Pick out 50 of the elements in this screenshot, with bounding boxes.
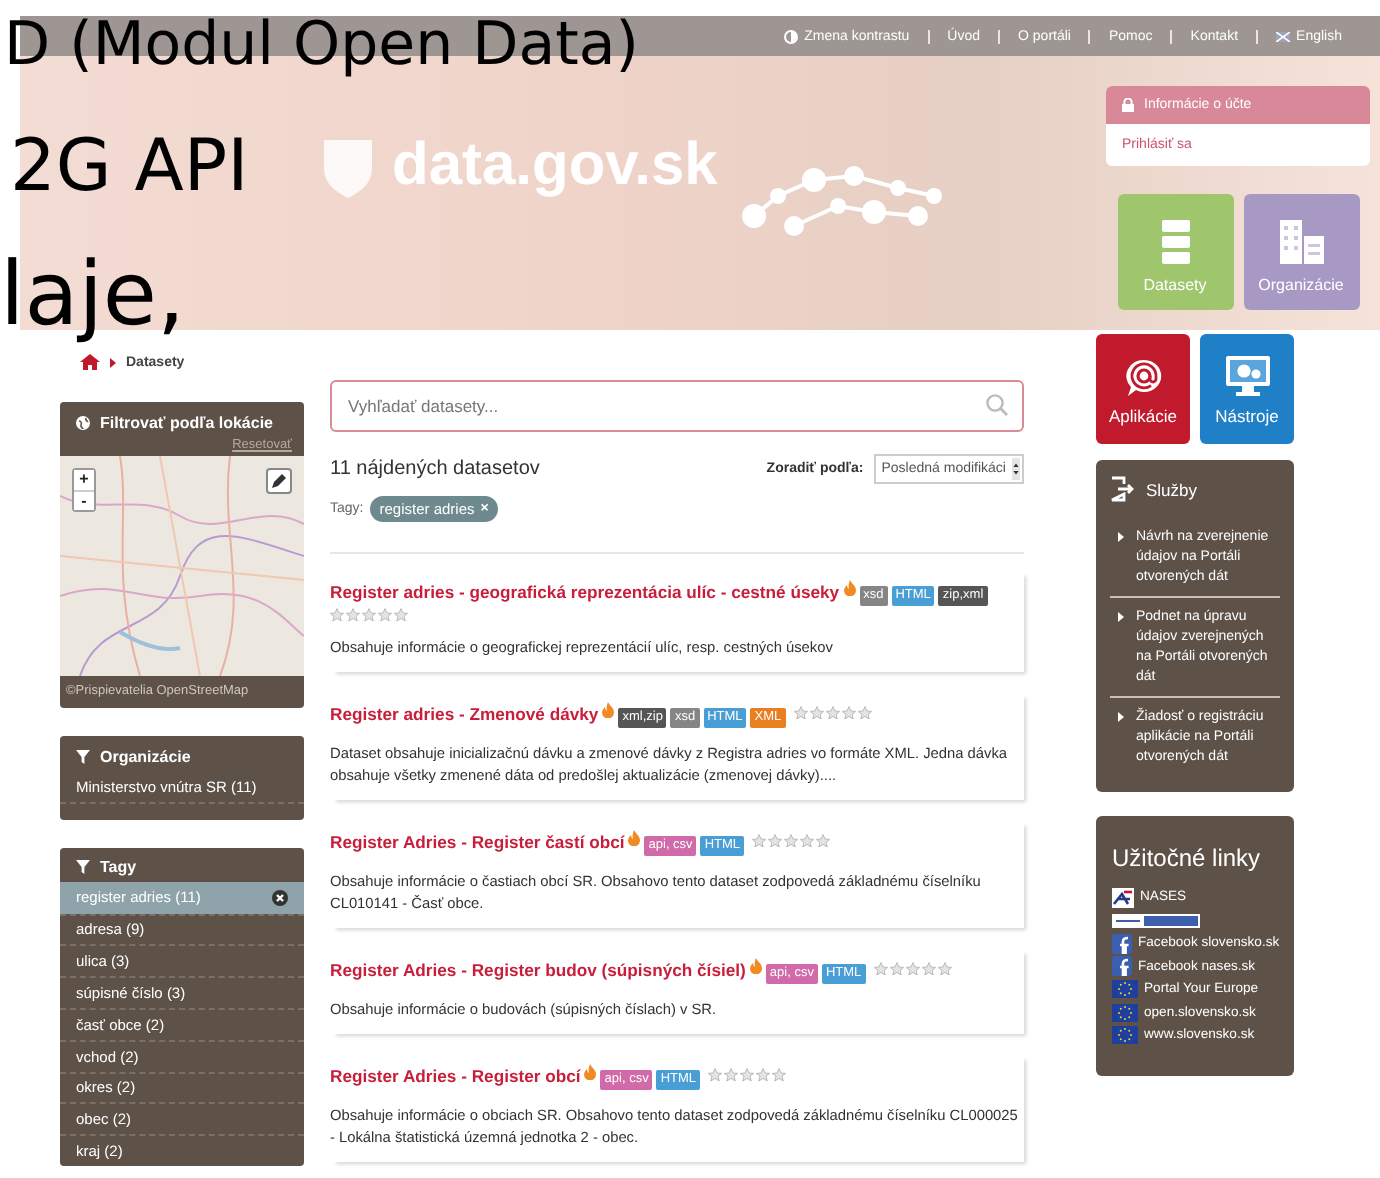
dataset-title-link[interactable]: Register Adries - Register budov (súpisných čísiel) — [330, 960, 746, 980]
panel-title: Užitočné linky — [1112, 844, 1263, 872]
at-speech-bubble-icon — [1123, 358, 1163, 398]
globe-icon — [76, 416, 90, 430]
result-count: 11 nájdených datasetov — [330, 458, 540, 480]
pencil-icon — [272, 474, 286, 488]
eu-flag-icon — [1112, 1026, 1138, 1045]
chevron-right-icon — [110, 357, 116, 367]
facebook-icon — [1112, 956, 1132, 977]
flame-icon — [843, 580, 856, 596]
flame-icon — [749, 958, 762, 974]
triangle-bullet-icon — [1118, 712, 1124, 722]
overlay-text: 2G API — [10, 132, 249, 204]
lock-icon — [1122, 98, 1134, 112]
flame-icon — [602, 702, 615, 718]
monitor-gears-icon — [1223, 354, 1271, 398]
search-field[interactable]: Vyhľadať datasety... — [330, 380, 1024, 432]
contrast-icon — [784, 29, 799, 43]
nav-tile[interactable]: Nástroje — [1200, 334, 1294, 444]
flame-icon — [628, 830, 641, 846]
dataset-title-link[interactable]: Register Adries - Register častí obcí — [330, 832, 625, 852]
flame-icon — [584, 1064, 597, 1080]
remove-icon — [272, 889, 288, 906]
open-data-logo — [1112, 913, 1200, 928]
overlay-text: laje, — [0, 252, 185, 340]
eu-flag-icon — [1112, 1003, 1138, 1022]
panel-title: Organizácie — [100, 748, 191, 766]
filter-icon — [76, 750, 90, 764]
panel-title: Služby — [1146, 479, 1198, 499]
zoom-out-button[interactable]: - — [74, 490, 94, 510]
facebook-icon — [1112, 933, 1132, 954]
buildings-icon — [1279, 220, 1323, 264]
dataset-title-link[interactable]: Register adries - Zmenové dávky — [330, 704, 599, 724]
draw-button[interactable] — [266, 468, 292, 494]
nases-logo-icon — [1112, 887, 1134, 908]
shield-icon — [320, 136, 376, 200]
database-icon — [1161, 220, 1189, 264]
nav-tile[interactable]: Aplikácie — [1096, 334, 1190, 444]
flag-icon — [1276, 31, 1291, 41]
exit-document-icon — [1110, 476, 1134, 502]
triangle-bullet-icon — [1118, 612, 1124, 622]
home-icon[interactable] — [80, 354, 100, 370]
panel-title: Tagy — [100, 857, 137, 876]
panel-title: Filtrovať podľa lokácie — [100, 414, 273, 432]
dataset-title-link[interactable]: Register Adries - Register obcí — [330, 1066, 581, 1086]
dropdown-arrows-icon — [1012, 458, 1020, 480]
dataset-title-link[interactable]: Register adries - geografická reprezentácia ulíc - cestné úseky — [330, 582, 840, 602]
filter-icon — [76, 859, 90, 874]
triangle-bullet-icon — [1118, 532, 1124, 542]
eu-flag-icon — [1112, 980, 1138, 999]
